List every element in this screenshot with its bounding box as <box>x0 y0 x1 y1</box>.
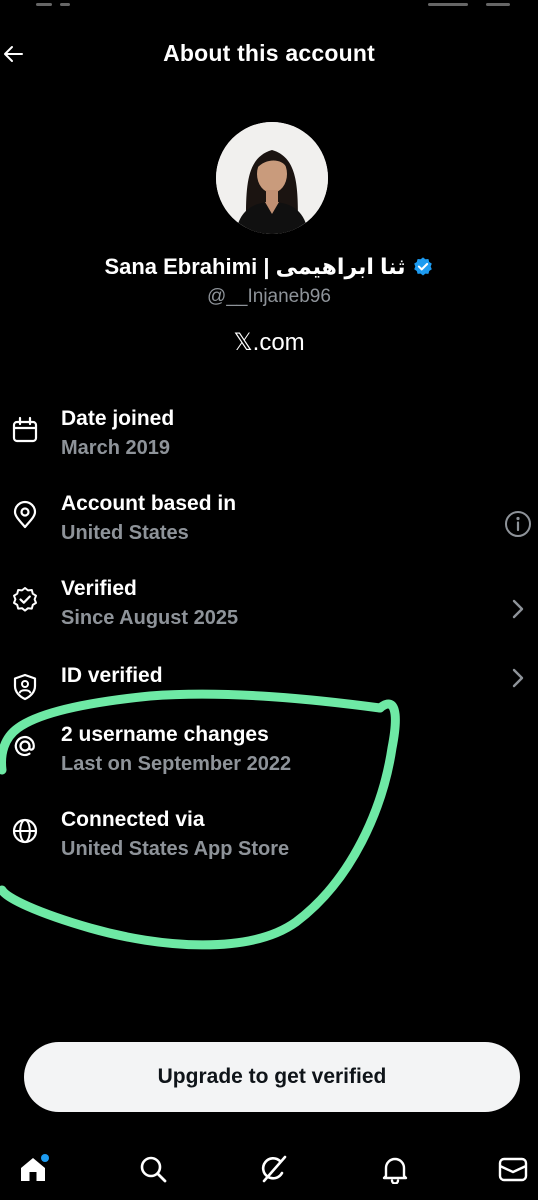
globe-icon <box>12 818 38 844</box>
bottom-nav <box>0 1140 538 1200</box>
status-bar <box>0 0 538 14</box>
detail-value: United States App Store <box>61 838 290 860</box>
detail-title: Verified <box>61 577 137 600</box>
mail-icon <box>498 1157 528 1182</box>
location-pin-icon <box>13 500 37 529</box>
at-sign-icon <box>14 735 35 757</box>
detail-value: Last on September 2022 <box>61 753 292 775</box>
profile-name-row: Sana Ebrahimi | ثنا ابراهیمی <box>0 254 538 280</box>
avatar[interactable] <box>216 122 328 234</box>
grok-icon <box>261 1155 287 1183</box>
detail-connected-via: Connected via United States App Store <box>0 808 538 878</box>
notification-dot <box>41 1154 49 1162</box>
nav-notifications[interactable] <box>378 1152 412 1186</box>
header: About this account <box>0 24 538 84</box>
chevron-right-icon <box>512 599 524 619</box>
avatar-photo <box>216 122 328 234</box>
home-icon <box>21 1154 49 1181</box>
upgrade-to-verified-button[interactable]: Upgrade to get verified <box>24 1042 520 1112</box>
verified-check-icon <box>13 587 37 612</box>
detail-id-verified[interactable]: ID verified <box>0 664 538 704</box>
bell-icon <box>382 1157 408 1184</box>
site-label: 𝕏.com <box>233 329 305 356</box>
detail-value: United States <box>61 522 189 544</box>
status-bar-remnant <box>36 3 510 6</box>
detail-username-changes: 2 username changes Last on September 202… <box>0 723 538 793</box>
calendar-icon <box>12 416 38 443</box>
handle: @__Injaneb96 <box>207 286 331 307</box>
detail-title: Connected via <box>61 808 205 831</box>
detail-title: ID verified <box>61 664 163 687</box>
page-title: About this account <box>163 40 375 66</box>
nav-home[interactable] <box>16 1152 50 1186</box>
detail-account-based-in: Account based in United States <box>0 492 538 562</box>
search-icon <box>140 1156 167 1183</box>
nav-search[interactable] <box>136 1152 170 1186</box>
chevron-right-icon <box>512 668 524 688</box>
detail-title: Date joined <box>61 407 175 430</box>
nav-messages[interactable] <box>496 1152 530 1186</box>
profile-name: Sana Ebrahimi | ثنا ابراهیمی <box>104 254 406 279</box>
verified-badge-icon <box>413 257 432 276</box>
detail-title: Account based in <box>61 492 237 515</box>
info-icon[interactable] <box>504 510 532 538</box>
detail-title: 2 username changes <box>61 723 269 746</box>
detail-value: Since August 2025 <box>61 607 239 629</box>
detail-verified[interactable]: Verified Since August 2025 <box>0 577 538 647</box>
nav-grok[interactable] <box>256 1152 290 1186</box>
detail-value: March 2019 <box>61 437 170 459</box>
detail-date-joined: Date joined March 2019 <box>0 407 538 477</box>
id-shield-icon <box>13 673 37 701</box>
